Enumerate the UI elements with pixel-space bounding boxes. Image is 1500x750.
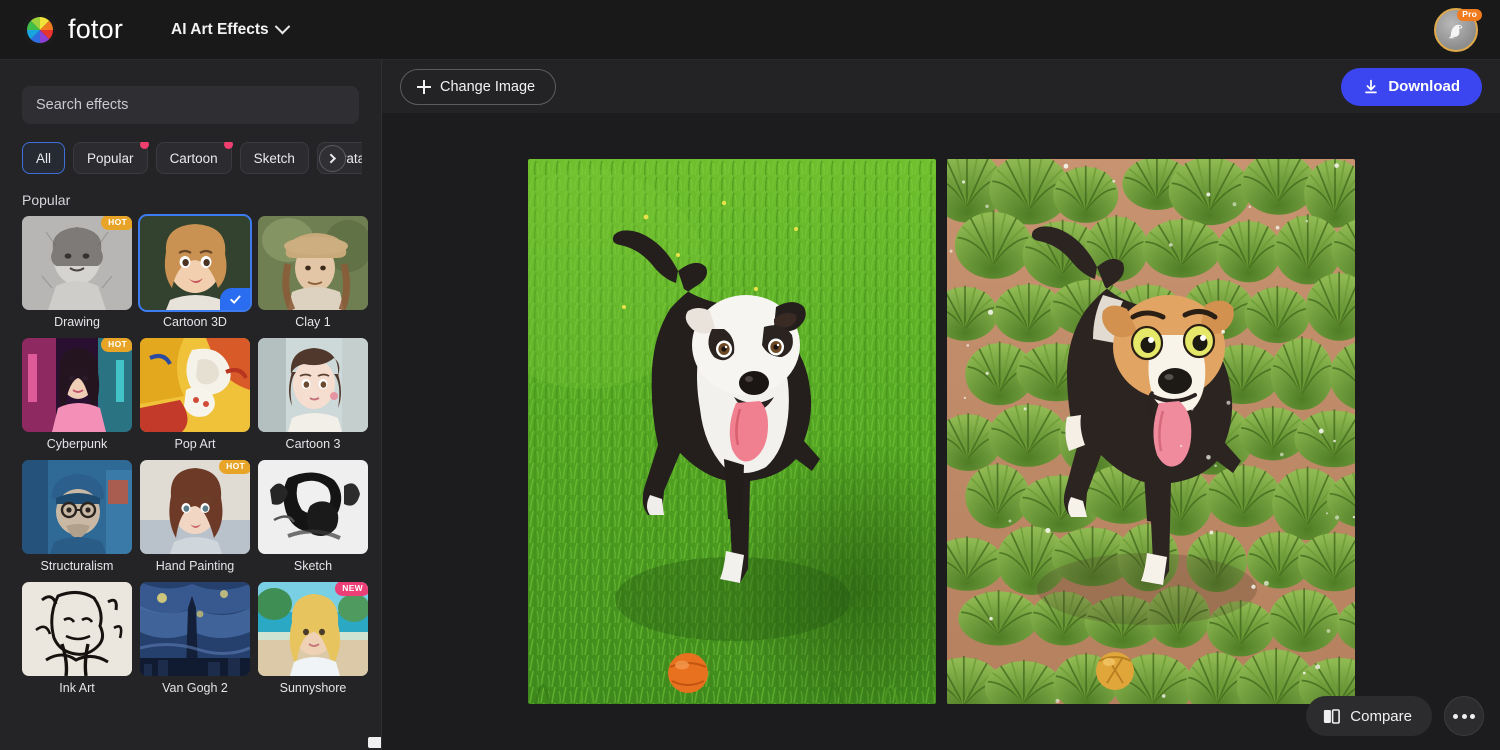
category-chip-label: Sketch [253,150,295,166]
effect-label: Van Gogh 2 [162,681,228,695]
more-dot-3 [1470,713,1475,719]
brand-name: fotor [68,14,124,44]
effect-card-van-gogh-2[interactable]: Van Gogh 2 [140,582,250,695]
effect-card-cartoon-3[interactable]: Cartoon 3 [258,338,368,451]
result-image[interactable] [946,159,1355,704]
effects-grid: HOT Drawing Cartoon 3D Clay 1 HOT Cyberp… [22,214,368,695]
canvas-footer-controls: Compare [1306,696,1484,736]
effect-thumbnail[interactable]: HOT [140,460,250,554]
app-switcher[interactable]: AI Art Effects [171,18,290,39]
effect-thumbnail[interactable] [138,214,252,312]
chevron-down-icon [274,18,290,35]
more-options-button[interactable] [1444,696,1484,736]
effect-card-drawing[interactable]: HOT Drawing [22,216,132,329]
pro-badge: Pro [1457,8,1482,21]
compare-split-icon [1324,708,1341,724]
category-chip-all[interactable]: All [22,142,66,174]
hot-badge: HOT [219,460,250,474]
download-icon [1365,79,1378,93]
effect-label: Cyberpunk [46,437,108,451]
compare-button[interactable]: Compare [1306,696,1432,736]
effect-card-sunnyshore[interactable]: NEW Sunnyshore [258,582,368,695]
effect-label: Drawing [54,315,100,329]
section-title-popular: Popular [22,192,71,208]
app-switcher-label: AI Art Effects [171,20,269,38]
effect-label: Hand Painting [155,559,235,573]
effect-card-hand-painting[interactable]: HOT Hand Painting [140,460,250,573]
fotor-color-wheel-icon[interactable] [24,13,56,46]
effect-thumbnail[interactable] [22,460,132,554]
sidebar-horizontal-scrollbar[interactable] [368,737,381,748]
app-header: fotor AI Art Effects Pro [0,0,1500,60]
effect-card-pop-art[interactable]: Pop Art [140,338,250,451]
search-input[interactable] [36,97,345,113]
more-dot-2 [1461,713,1467,719]
compare-label: Compare [1350,707,1412,725]
category-chip-label: All [36,150,52,166]
category-chip-cartoon[interactable]: Cartoon [155,142,233,174]
category-chip-row[interactable]: AllPopularCartoonSketchAvatar [22,142,362,176]
check-icon [220,288,250,310]
effect-card-sketch[interactable]: Sketch [258,460,368,573]
effect-card-ink-art[interactable]: Ink Art [22,582,132,695]
category-chip-label: Popular [87,150,134,166]
effect-thumbnail[interactable] [258,216,368,310]
effect-thumbnail[interactable] [140,582,250,676]
hot-badge: HOT [101,338,132,352]
category-chip-sketch[interactable]: Sketch [239,142,309,174]
effects-sidebar: AllPopularCartoonSketchAvatar Popular HO… [0,60,382,750]
search-effects-box[interactable] [22,86,359,124]
effect-card-clay-1[interactable]: Clay 1 [258,216,368,329]
download-label: Download [1388,78,1460,95]
canvas-toolbar: Change Image Download [382,60,1500,113]
effect-thumbnail[interactable] [258,338,368,432]
chevron-right-icon[interactable] [319,145,346,172]
effect-label: Pop Art [174,437,216,451]
effect-thumbnail[interactable] [22,582,132,676]
plus-icon [417,79,431,94]
effect-card-cyberpunk[interactable]: HOT Cyberpunk [22,338,132,451]
effect-thumbnail[interactable]: HOT [22,338,132,432]
category-chip-popular[interactable]: Popular [73,142,149,174]
effect-label: Clay 1 [295,315,331,329]
effect-thumbnail[interactable]: HOT [22,216,132,310]
main-area: Change Image Download Compare [382,60,1500,750]
more-dot-1 [1453,713,1458,719]
effect-label: Structuralism [40,559,114,573]
new-indicator-dot [139,142,149,149]
original-image[interactable] [527,159,936,704]
effect-thumbnail[interactable]: NEW [258,582,368,676]
category-chip-label: Cartoon [169,150,218,166]
fotor-ai-art-effects-app: fotor AI Art Effects Pro All Popular Carto… [0,0,1500,750]
new-badge: NEW [335,582,368,596]
image-canvas [382,113,1500,750]
download-button[interactable]: Download [1341,67,1482,106]
effect-label: Sketch [293,559,333,573]
effect-label: Cartoon 3D [163,315,227,329]
effect-thumbnail[interactable] [140,338,250,432]
effect-thumbnail[interactable] [258,460,368,554]
avatar[interactable]: Pro [1434,7,1482,52]
effect-card-structuralism[interactable]: Structuralism [22,460,132,573]
effect-label: Sunnyshore [279,681,347,695]
effect-card-cartoon-3d[interactable]: Cartoon 3D [138,214,252,329]
effect-label: Ink Art [59,681,95,695]
hot-badge: HOT [101,216,132,230]
change-image-button[interactable]: Change Image [400,68,557,105]
new-indicator-dot [223,142,233,149]
change-image-label: Change Image [440,78,536,95]
effect-label: Cartoon 3 [285,437,341,451]
